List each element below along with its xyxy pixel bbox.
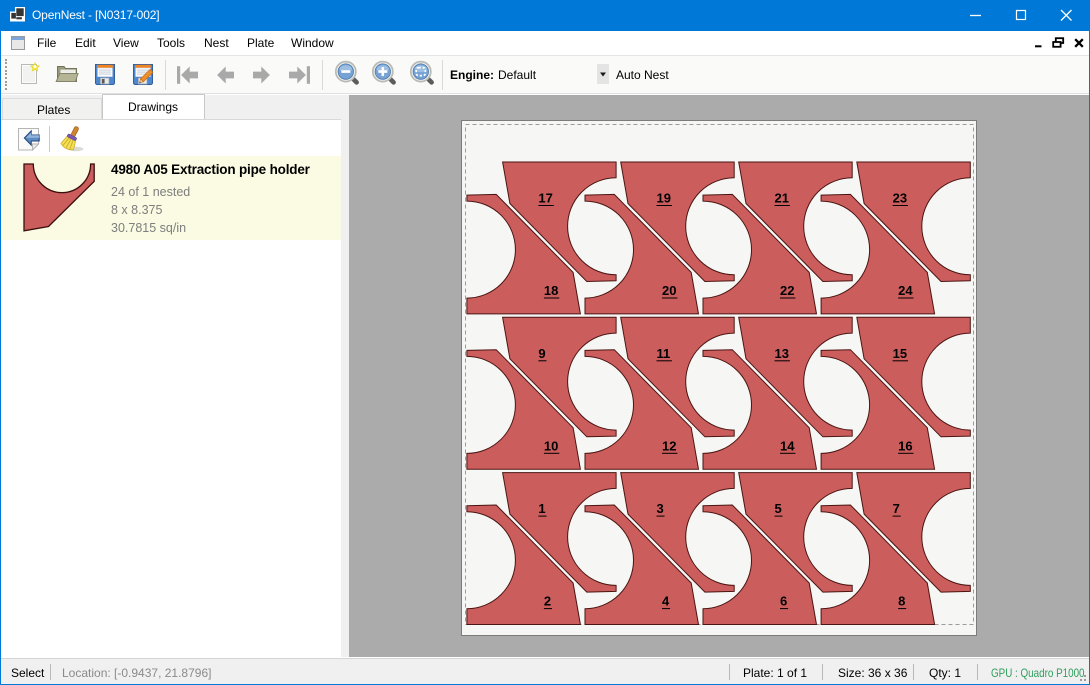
svg-text:10: 10: [544, 438, 558, 453]
svg-text:20: 20: [662, 283, 676, 298]
svg-text:14: 14: [780, 438, 795, 453]
svg-text:13: 13: [775, 346, 789, 361]
svg-text:9: 9: [538, 346, 545, 361]
svg-text:1: 1: [538, 501, 545, 516]
svg-text:23: 23: [893, 191, 907, 206]
svg-text:16: 16: [898, 438, 912, 453]
svg-text:5: 5: [775, 501, 782, 516]
svg-text:12: 12: [662, 438, 676, 453]
svg-text:22: 22: [780, 283, 794, 298]
svg-text:7: 7: [893, 501, 900, 516]
svg-text:17: 17: [538, 191, 552, 206]
svg-text:24: 24: [898, 283, 913, 298]
svg-text:21: 21: [775, 191, 789, 206]
svg-text:19: 19: [657, 191, 671, 206]
svg-text:4: 4: [662, 594, 670, 609]
svg-text:6: 6: [780, 594, 787, 609]
svg-text:2: 2: [544, 594, 551, 609]
svg-text:3: 3: [657, 501, 664, 516]
svg-text:18: 18: [544, 283, 558, 298]
svg-text:11: 11: [657, 346, 671, 361]
svg-text:15: 15: [893, 346, 907, 361]
svg-text:8: 8: [898, 594, 905, 609]
